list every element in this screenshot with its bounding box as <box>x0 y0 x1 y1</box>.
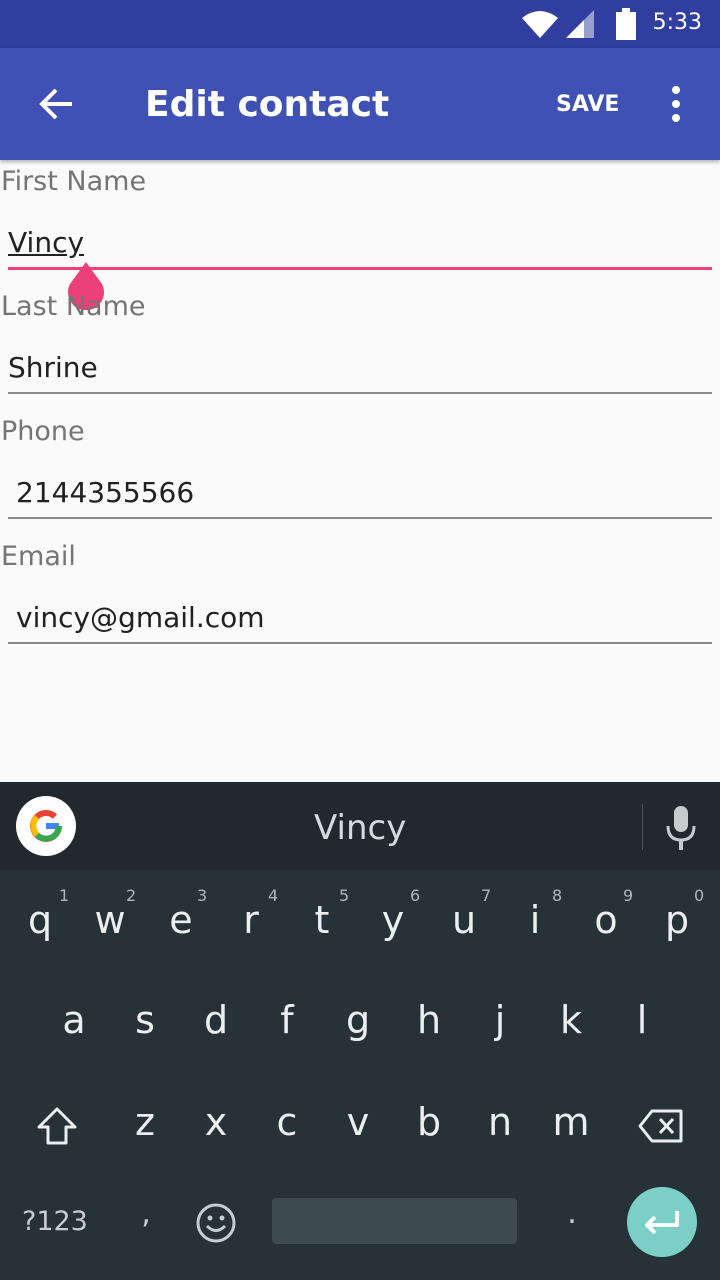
more-vert-icon <box>672 86 680 122</box>
suggestion-strip: Vincy <box>0 782 720 870</box>
key-l[interactable]: l <box>612 998 672 1042</box>
period-key[interactable]: . <box>542 1196 602 1231</box>
back-button[interactable] <box>32 80 80 128</box>
backspace-icon[interactable] <box>638 1108 684 1144</box>
more-options-button[interactable] <box>660 82 692 126</box>
save-button[interactable]: SAVE <box>556 92 619 117</box>
page-title: Edit contact <box>145 84 390 125</box>
suggestion-word[interactable]: Vincy <box>314 808 406 848</box>
key-hint-3: 3 <box>197 886 208 905</box>
key-hint-9: 9 <box>623 886 634 905</box>
key-f[interactable]: f <box>257 998 317 1042</box>
suggestion-divider <box>642 804 643 850</box>
key-b[interactable]: b <box>399 1100 459 1144</box>
key-hint-4: 4 <box>268 886 279 905</box>
key-hint-1: 1 <box>59 886 70 905</box>
last-name-label: Last Name <box>1 291 146 322</box>
key-j[interactable]: j <box>470 998 530 1042</box>
key-z[interactable]: z <box>115 1100 175 1144</box>
key-m[interactable]: m <box>541 1100 601 1144</box>
key-hint-8: 8 <box>552 886 563 905</box>
app-bar: Edit contact SAVE <box>0 48 720 160</box>
key-hint-7: 7 <box>481 886 492 905</box>
google-g-icon <box>30 810 62 842</box>
email-label: Email <box>1 541 76 572</box>
key-c[interactable]: c <box>257 1100 317 1144</box>
arrow-back-icon <box>39 88 72 120</box>
wifi-icon <box>522 11 558 38</box>
shift-icon[interactable] <box>36 1106 78 1146</box>
cell-signal-icon <box>566 10 594 38</box>
key-k[interactable]: k <box>541 998 601 1042</box>
key-g[interactable]: g <box>328 998 388 1042</box>
first-name-field[interactable]: Vincy <box>8 226 84 259</box>
mic-icon[interactable] <box>664 806 698 850</box>
phone-field[interactable]: 2144355566 <box>16 476 194 509</box>
google-logo-button[interactable] <box>16 796 76 856</box>
spacebar[interactable] <box>272 1198 517 1244</box>
key-hint-2: 2 <box>126 886 137 905</box>
emoji-icon[interactable] <box>195 1202 237 1244</box>
email-underline <box>8 642 712 644</box>
last-name-underline <box>8 392 712 394</box>
first-name-label: First Name <box>1 166 147 197</box>
key-v[interactable]: v <box>328 1100 388 1144</box>
phone-label: Phone <box>1 416 85 447</box>
enter-icon <box>645 1211 679 1235</box>
key-a[interactable]: a <box>44 998 104 1042</box>
first-name-underline <box>8 267 712 270</box>
email-field[interactable]: vincy@gmail.com <box>16 601 265 634</box>
battery-icon <box>616 8 636 40</box>
phone-underline <box>8 517 712 519</box>
key-n[interactable]: n <box>470 1100 530 1144</box>
key-s[interactable]: s <box>115 998 175 1042</box>
enter-button[interactable] <box>627 1187 697 1257</box>
symbols-key[interactable]: ?123 <box>22 1206 88 1237</box>
status-time: 5:33 <box>652 10 702 35</box>
key-hint-0: 0 <box>694 886 705 905</box>
key-hint-6: 6 <box>410 886 421 905</box>
last-name-field[interactable]: Shrine <box>8 351 98 384</box>
soft-keyboard: Vincy q w e r t y u i o p 1 2 3 4 5 6 7 … <box>0 782 720 1280</box>
comma-key[interactable]: , <box>116 1196 176 1231</box>
key-d[interactable]: d <box>186 998 246 1042</box>
key-h[interactable]: h <box>399 998 459 1042</box>
key-hint-5: 5 <box>339 886 350 905</box>
status-bar: 5:33 <box>0 0 720 48</box>
key-x[interactable]: x <box>186 1100 246 1144</box>
